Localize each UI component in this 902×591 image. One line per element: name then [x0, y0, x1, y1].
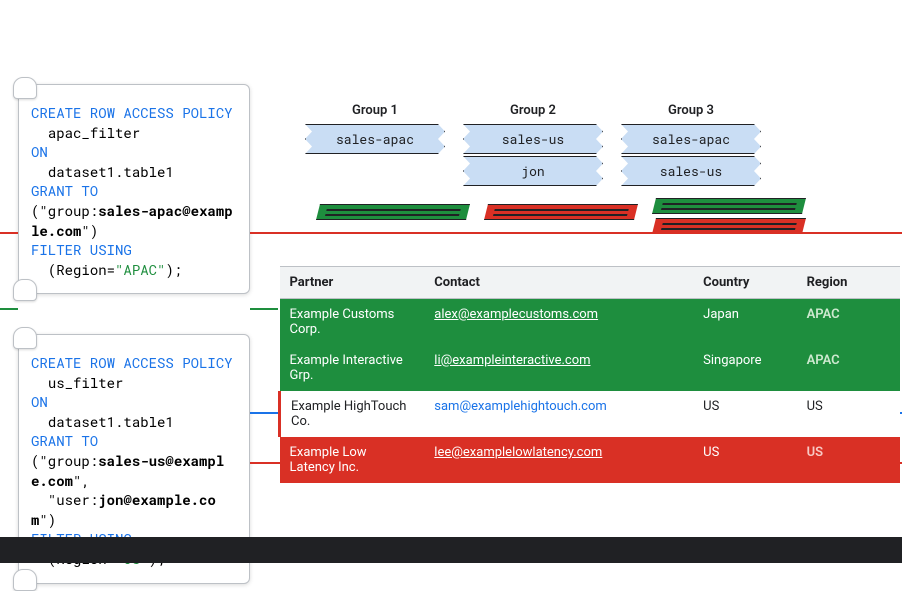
table-row: Example HighTouch Co. sam@examplehightou…	[280, 391, 901, 437]
contact-link[interactable]: lee@examplelowlatency.com	[434, 445, 602, 460]
table-row: Example Customs Corp. alex@examplecustom…	[280, 299, 901, 346]
col-country: Country	[693, 267, 796, 299]
connector-line	[250, 308, 278, 310]
filter-open: (Region=	[31, 260, 115, 279]
cell-contact: sam@examplehightouch.com	[424, 391, 693, 437]
cell-partner: Example Customs Corp.	[280, 299, 425, 346]
grant1-open: ("group:	[31, 451, 98, 470]
keyword-create: CREATE ROW ACCESS POLICY	[31, 353, 233, 372]
group-3: Group 3 sales-apac sales-us	[621, 103, 761, 186]
col-partner: Partner	[280, 267, 425, 299]
cell-contact: lee@examplelowlatency.com	[424, 437, 693, 483]
contact-link[interactable]: alex@examplecustoms.com	[434, 307, 598, 322]
keyword-grant: GRANT TO	[31, 431, 98, 450]
cell-region: US	[797, 391, 900, 437]
policy-name: apac_filter	[48, 123, 140, 142]
flag-sales-apac: sales-apac	[621, 124, 761, 154]
group-title: Group 2	[510, 103, 556, 118]
col-contact: Contact	[424, 267, 693, 299]
cell-country: Singapore	[693, 345, 796, 391]
policy-target: dataset1.table1	[48, 162, 174, 181]
filter-value: "APAC"	[115, 260, 165, 279]
contact-link[interactable]: sam@examplehightouch.com	[434, 399, 607, 414]
keyword-on: ON	[31, 392, 48, 411]
footer-band	[0, 537, 902, 563]
grant1-close: ",	[73, 471, 90, 490]
flag-sales-apac: sales-apac	[305, 124, 445, 154]
flag-sales-us: sales-us	[621, 156, 761, 186]
cell-partner: Example Low Latency Inc.	[280, 437, 425, 483]
cell-contact: alex@examplecustoms.com	[424, 299, 693, 346]
connector-line	[0, 232, 18, 234]
cell-country: Japan	[693, 299, 796, 346]
flag-sales-us: sales-us	[463, 124, 603, 154]
cell-partner: Example HighTouch Co.	[280, 391, 425, 437]
grant2-open: "user:	[31, 490, 98, 509]
cell-region: APAC	[797, 299, 900, 346]
policy-name: us_filter	[48, 373, 124, 392]
principal-groups: Group 1 sales-apac Group 2 sales-us jon …	[305, 103, 761, 186]
keyword-grant: GRANT TO	[31, 181, 98, 200]
cell-region: US	[797, 437, 900, 483]
table-row: Example Low Latency Inc. lee@examplelowl…	[280, 437, 901, 483]
filter-close: );	[165, 260, 182, 279]
grant-close: ")	[81, 221, 98, 240]
cell-country: US	[693, 437, 796, 483]
table-row: Example Interactive Grp. li@exampleinter…	[280, 345, 901, 391]
cell-contact: li@exampleinteractive.com	[424, 345, 693, 391]
group-title: Group 1	[352, 103, 398, 118]
connector-line	[250, 232, 902, 234]
keyword-on: ON	[31, 142, 48, 161]
cell-partner: Example Interactive Grp.	[280, 345, 425, 391]
data-table: Partner Contact Country Region Example C…	[278, 266, 900, 483]
group-1: Group 1 sales-apac	[305, 103, 445, 154]
table-header-row: Partner Contact Country Region	[280, 267, 901, 299]
policy-target: dataset1.table1	[48, 412, 174, 431]
cell-country: US	[693, 391, 796, 437]
grant-open: ("group:	[31, 201, 98, 220]
flag-jon: jon	[463, 156, 603, 186]
connector-line	[0, 308, 18, 310]
col-region: Region	[797, 267, 900, 299]
policy-apac-card: CREATE ROW ACCESS POLICY apac_filter ON …	[18, 84, 250, 294]
keyword-filter: FILTER USING	[31, 240, 132, 259]
grant2-close: ")	[39, 510, 56, 529]
group-2: Group 2 sales-us jon	[463, 103, 603, 186]
keyword-create: CREATE ROW ACCESS POLICY	[31, 103, 233, 122]
group-title: Group 3	[668, 103, 714, 118]
cell-region: APAC	[797, 345, 900, 391]
contact-link[interactable]: li@exampleinteractive.com	[434, 353, 590, 368]
